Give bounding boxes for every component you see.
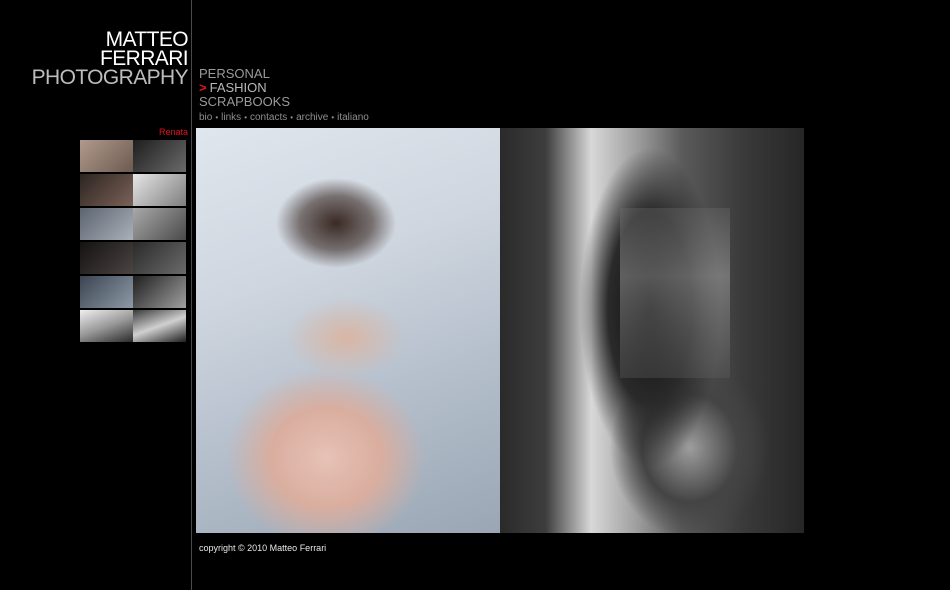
thumbnail-image [80,276,133,308]
sidebar-divider [191,0,192,590]
nav-item-fashion[interactable]: > FASHION [199,81,290,95]
thumbnail-image [133,174,186,206]
bullet-separator-icon: • [215,113,219,122]
thumbnail-image [133,276,186,308]
main-nav: PERSONAL > FASHION SCRAPBOOKS [199,67,290,109]
thumbnail-image [80,310,133,342]
photo-right[interactable] [500,128,804,533]
nav-item-scrapbooks[interactable]: SCRAPBOOKS [199,95,290,109]
thumbnail-pair-6[interactable] [80,310,186,342]
bullet-separator-icon: • [290,113,294,122]
album-title: Renata [158,127,188,137]
subnav-link-italiano[interactable]: italiano [337,112,369,123]
logo-line-3: PHOTOGRAPHY [31,66,189,89]
thumbnail-image [80,174,133,206]
nav-item-fashion-label: FASHION [209,80,267,95]
thumbnail-image [80,208,133,240]
thumbnail-pair-3[interactable] [80,208,186,240]
photo-viewer [196,128,804,533]
copyright-text: copyright © 2010 Matteo Ferrari [199,543,327,553]
thumbnail-image [133,140,186,172]
thumbnail-image [80,140,133,172]
subnav-link-contacts[interactable]: contacts [250,112,287,123]
secondary-nav: bio • links • contacts • archive • italiano [199,112,369,123]
thumbnail-image [133,242,186,274]
subnav-link-links[interactable]: links [221,112,241,123]
thumbnail-pair-5[interactable] [80,276,186,308]
thumbnail-pair-2[interactable] [80,174,186,206]
thumbnail-strip [80,140,186,344]
thumbnail-pair-1[interactable] [80,140,186,172]
thumbnail-image [80,242,133,274]
photo-left[interactable] [196,128,500,533]
subnav-link-bio[interactable]: bio [199,112,212,123]
nav-item-personal[interactable]: PERSONAL [199,67,290,81]
thumbnail-pair-4[interactable] [80,242,186,274]
bullet-separator-icon: • [244,113,247,122]
active-marker-icon: > [199,80,207,95]
bullet-separator-icon: • [331,113,335,122]
thumbnail-image [133,310,186,342]
thumbnail-image [133,208,186,240]
subnav-link-archive[interactable]: archive [296,112,328,123]
site-logo[interactable]: MATTEO FERRARI PHOTOGRAPHY [31,29,189,89]
